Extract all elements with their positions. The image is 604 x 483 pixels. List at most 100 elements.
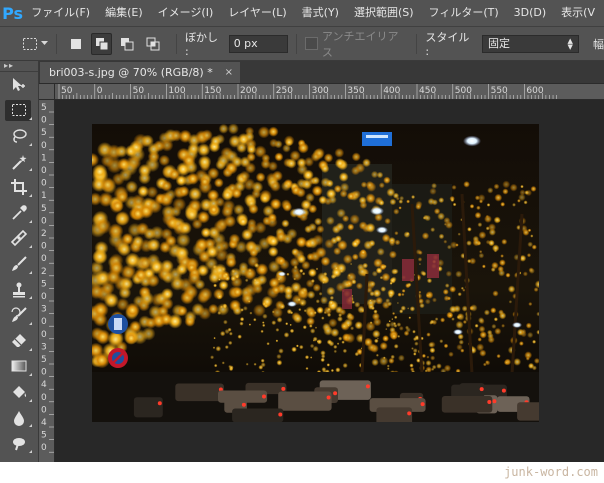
paint-bucket-tool-icon[interactable] bbox=[0, 379, 38, 405]
bokeh-light bbox=[520, 328, 527, 335]
crop-tool-icon[interactable] bbox=[0, 174, 38, 200]
bokeh-light bbox=[275, 339, 279, 343]
bokeh-light bbox=[239, 321, 244, 326]
style-select[interactable]: 固定 ▲ ▼ bbox=[481, 34, 579, 53]
blur-tool-icon[interactable] bbox=[0, 405, 38, 431]
bokeh-light bbox=[304, 355, 310, 360]
document-tab[interactable]: bri003-s.jpg @ 70% (RGB/8) * × bbox=[40, 62, 240, 83]
bokeh-light bbox=[523, 200, 528, 205]
bokeh-light bbox=[369, 321, 373, 325]
bokeh-light bbox=[346, 192, 355, 201]
menu-filter[interactable]: フィルター(T) bbox=[423, 0, 508, 26]
bokeh-light bbox=[267, 161, 278, 172]
magic-wand-tool-icon[interactable] bbox=[0, 149, 38, 175]
bokeh-light bbox=[330, 328, 340, 338]
bokeh-light bbox=[424, 369, 428, 373]
bokeh-light bbox=[469, 204, 475, 209]
bokeh-light bbox=[325, 179, 334, 188]
ruler-v-label: 0 bbox=[41, 116, 47, 126]
new-selection-button[interactable] bbox=[65, 33, 87, 55]
street-lamp bbox=[376, 226, 388, 234]
eyedropper-tool-icon[interactable] bbox=[0, 200, 38, 226]
bokeh-light bbox=[286, 158, 297, 169]
bokeh-light bbox=[425, 293, 431, 298]
panel-collapse-icon[interactable]: ▸▸ bbox=[0, 61, 38, 72]
gradient-tool-icon[interactable] bbox=[0, 354, 38, 380]
close-icon[interactable]: × bbox=[225, 62, 233, 83]
lasso-tool-icon[interactable] bbox=[0, 123, 38, 149]
width-label: 幅 bbox=[592, 37, 604, 51]
move-tool-icon[interactable] bbox=[0, 72, 38, 98]
bokeh-light bbox=[320, 296, 328, 305]
brush-tool-icon[interactable] bbox=[0, 251, 38, 277]
bokeh-light bbox=[488, 223, 496, 232]
subtract-selection-button[interactable] bbox=[116, 33, 138, 55]
menu-view[interactable]: 表示(V bbox=[555, 0, 604, 26]
tail-light bbox=[501, 388, 506, 393]
horizontal-ruler[interactable]: 50 0 50 100 150 200 250 300 350 400 450 500 550 600 bbox=[55, 84, 604, 100]
bokeh-light bbox=[478, 252, 485, 259]
chevron-down-icon[interactable] bbox=[41, 41, 48, 46]
bokeh-light bbox=[311, 176, 320, 185]
divider bbox=[56, 33, 57, 54]
menu-edit[interactable]: 編集(E) bbox=[99, 0, 152, 26]
bokeh-light bbox=[417, 257, 423, 262]
bokeh-light bbox=[336, 342, 340, 345]
bokeh-light bbox=[310, 328, 316, 334]
rectangular-marquee-tool-icon[interactable] bbox=[0, 98, 38, 124]
menu-3d[interactable]: 3D(D) bbox=[508, 0, 556, 26]
bokeh-light bbox=[341, 323, 347, 330]
bokeh-light bbox=[455, 320, 464, 329]
bokeh-light bbox=[147, 198, 163, 214]
antialias-checkbox[interactable] bbox=[305, 37, 318, 50]
feather-input[interactable]: 0 px bbox=[228, 34, 289, 53]
spot-healing-brush-tool-icon[interactable] bbox=[0, 226, 38, 252]
eraser-tool-icon[interactable] bbox=[0, 328, 38, 354]
bokeh-light bbox=[390, 354, 395, 360]
bokeh-light bbox=[241, 228, 254, 241]
bokeh-light bbox=[430, 227, 436, 233]
bokeh-light bbox=[470, 304, 478, 312]
bokeh-light bbox=[483, 309, 490, 316]
bokeh-light bbox=[212, 346, 216, 349]
vertical-ruler[interactable]: 5 0 5 0 1 0 0 1 5 0 2 0 0 2 5 0 3 0 0 3 5 0 4 0 0 4 5 0 bbox=[39, 100, 55, 462]
bokeh-light bbox=[476, 343, 485, 352]
bokeh-light bbox=[525, 356, 530, 361]
add-selection-button[interactable] bbox=[90, 32, 113, 55]
bokeh-light bbox=[342, 348, 348, 354]
bokeh-light bbox=[259, 193, 271, 204]
tail-light bbox=[492, 399, 497, 404]
bokeh-light bbox=[238, 216, 249, 227]
ruler-origin[interactable] bbox=[39, 84, 55, 100]
bokeh-light bbox=[365, 222, 376, 233]
intersect-selection-button[interactable] bbox=[142, 33, 164, 55]
dodge-tool-icon[interactable] bbox=[0, 430, 38, 456]
history-brush-tool-icon[interactable] bbox=[0, 302, 38, 328]
menu-type[interactable]: 書式(Y) bbox=[296, 0, 348, 26]
ruler-v-label: 0 bbox=[41, 166, 47, 176]
bokeh-light bbox=[498, 269, 506, 277]
bokeh-light bbox=[418, 250, 423, 255]
bokeh-light bbox=[382, 335, 389, 342]
bokeh-light bbox=[472, 238, 481, 247]
bokeh-light bbox=[354, 321, 363, 330]
bokeh-light bbox=[125, 302, 140, 318]
menu-select[interactable]: 選択範囲(S) bbox=[348, 0, 423, 26]
bokeh-light bbox=[228, 340, 233, 345]
clone-stamp-tool-icon[interactable] bbox=[0, 277, 38, 303]
bokeh-light bbox=[385, 322, 391, 328]
menu-file[interactable]: ファイル(F) bbox=[25, 0, 99, 26]
bokeh-light bbox=[530, 185, 537, 192]
ruler-h-label: 0 bbox=[97, 86, 103, 96]
bokeh-light bbox=[426, 355, 430, 359]
bokeh-light bbox=[372, 329, 381, 339]
ruler-v-label: 2 bbox=[41, 267, 47, 277]
menu-image[interactable]: イメージ(I) bbox=[152, 0, 223, 26]
bokeh-light bbox=[520, 184, 524, 189]
menu-layer[interactable]: レイヤー(L) bbox=[222, 0, 295, 26]
divider bbox=[296, 33, 298, 54]
ruler-v-label: 5 bbox=[41, 204, 47, 214]
bokeh-light bbox=[532, 339, 537, 344]
bokeh-light bbox=[447, 312, 453, 318]
marquee-preset-icon[interactable] bbox=[22, 37, 38, 51]
